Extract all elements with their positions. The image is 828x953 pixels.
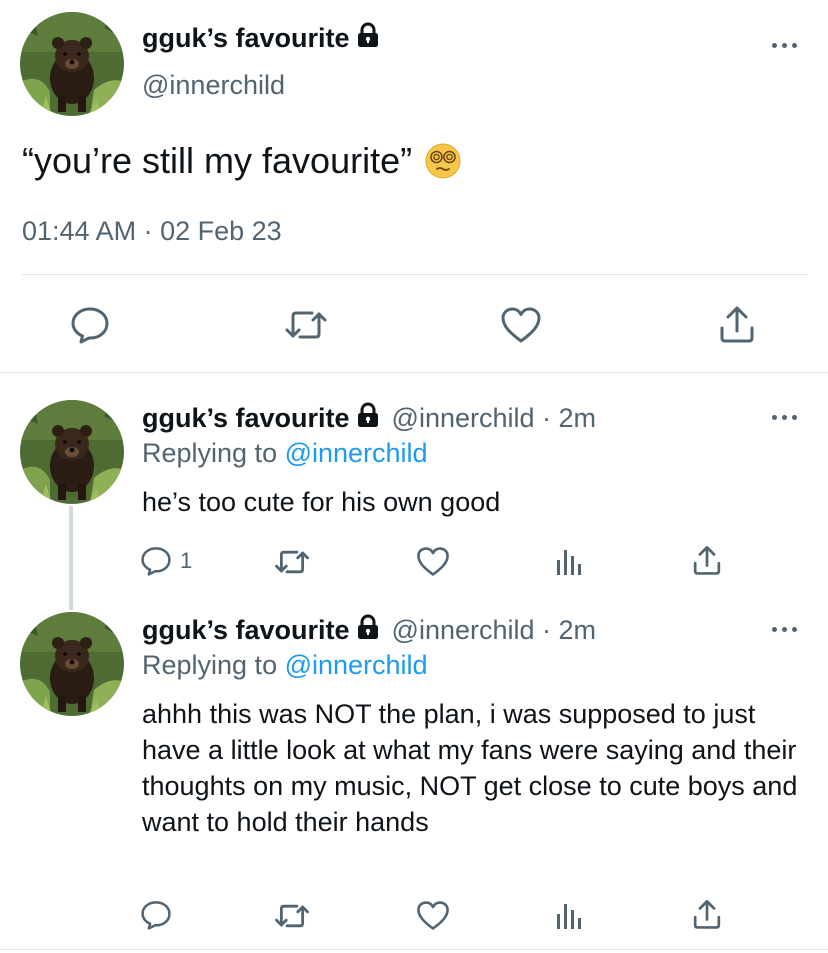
retweet-icon <box>274 902 310 930</box>
divider <box>22 274 808 275</box>
like-button[interactable] <box>416 900 450 931</box>
lock-icon <box>356 22 380 55</box>
views-icon <box>555 900 583 930</box>
like-icon <box>416 546 450 577</box>
lock-icon <box>356 614 380 647</box>
lock-icon <box>356 402 380 435</box>
retweet-button[interactable] <box>274 902 310 930</box>
tweet-text: “you’re still my favourite” <box>22 140 462 182</box>
share-button[interactable] <box>692 898 722 930</box>
handle-time[interactable]: @innerchild · 2m <box>392 615 596 646</box>
mention-link[interactable]: @innerchild <box>285 650 428 680</box>
share-icon <box>718 304 756 344</box>
display-name[interactable]: gguk’s favourite <box>142 403 350 434</box>
views-button[interactable] <box>555 546 583 576</box>
like-icon <box>416 900 450 931</box>
like-button[interactable] <box>416 546 450 577</box>
share-button[interactable] <box>718 304 756 344</box>
reply-header: gguk’s favourite @innerchild · 2m <box>142 614 596 647</box>
reply-button[interactable]: 1 <box>140 546 192 576</box>
reply-icon <box>140 900 172 930</box>
reply-icon <box>140 546 172 576</box>
like-button[interactable] <box>500 306 542 344</box>
like-icon <box>500 306 542 344</box>
more-icon[interactable] <box>770 624 800 634</box>
retweet-icon <box>274 548 310 576</box>
tweet-thread-page: gguk’s favourite @innerchild “you’re sti… <box>0 0 828 953</box>
dizzy-face-emoji-icon <box>424 142 462 180</box>
share-icon <box>692 544 722 576</box>
display-name-label: gguk’s favourite <box>142 23 350 53</box>
avatar[interactable] <box>20 400 124 504</box>
replying-prefix: Replying to <box>142 650 285 680</box>
display-name[interactable]: gguk’s favourite <box>142 615 350 646</box>
reply-button[interactable] <box>140 900 172 930</box>
retweet-button[interactable] <box>274 548 310 576</box>
avatar[interactable] <box>20 12 124 116</box>
divider <box>0 949 828 950</box>
replying-to: Replying to @innerchild <box>142 438 428 469</box>
more-icon[interactable] <box>770 40 800 50</box>
main-tweet: gguk’s favourite @innerchild “you’re sti… <box>0 0 828 372</box>
handle[interactable]: @innerchild <box>142 70 285 101</box>
replying-to: Replying to @innerchild <box>142 650 428 681</box>
reply-text: he’s too cute for his own good <box>142 487 501 517</box>
avatar[interactable] <box>20 612 124 716</box>
divider <box>0 372 828 373</box>
views-button[interactable] <box>555 900 583 930</box>
views-icon <box>555 546 583 576</box>
retweet-icon <box>284 308 328 342</box>
display-name[interactable]: gguk’s favourite <box>142 22 380 55</box>
reply-text: ahhh this was NOT the plan, i was suppos… <box>142 699 798 837</box>
reply-button[interactable] <box>70 306 110 344</box>
share-button[interactable] <box>692 544 722 576</box>
tweet-text-content: “you’re still my favourite” <box>22 140 413 181</box>
share-icon <box>692 898 722 930</box>
more-icon[interactable] <box>770 412 800 422</box>
handle-time[interactable]: @innerchild · 2m <box>392 403 596 434</box>
replying-prefix: Replying to <box>142 438 285 468</box>
reply-header: gguk’s favourite @innerchild · 2m <box>142 402 596 435</box>
tweet-actions <box>0 300 828 350</box>
tweet-timestamp[interactable]: 01:44 AM · 02 Feb 23 <box>22 216 282 247</box>
thread-connector-line <box>69 506 73 610</box>
retweet-button[interactable] <box>284 308 328 342</box>
reply-count: 1 <box>180 548 193 573</box>
mention-link[interactable]: @innerchild <box>285 438 428 468</box>
reply-icon <box>70 306 110 344</box>
